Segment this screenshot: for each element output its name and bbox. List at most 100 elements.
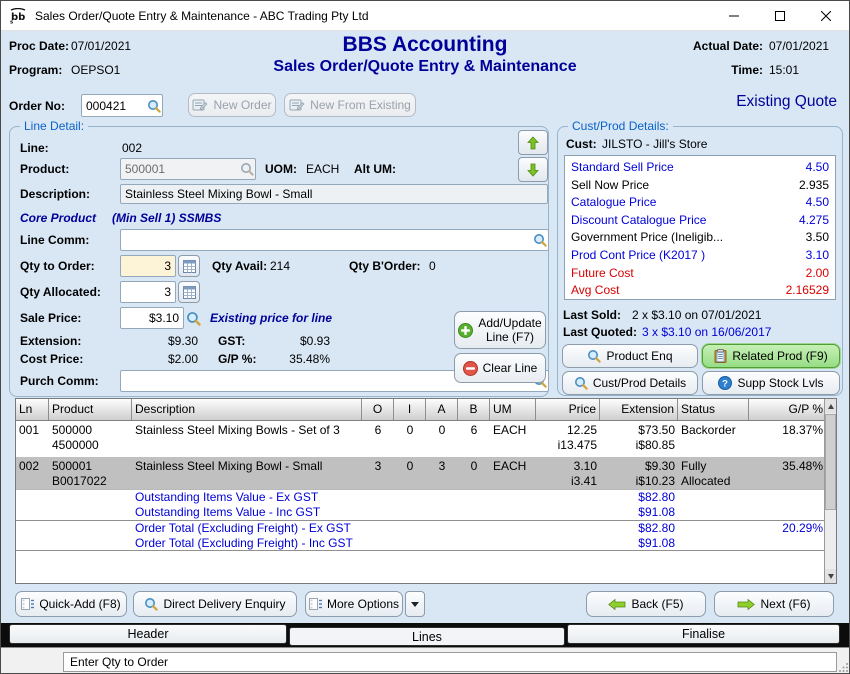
cust-prod-details-button[interactable]: Cust/Prod Details xyxy=(562,371,698,395)
price-list-item[interactable]: Future Cost2.00 xyxy=(565,265,835,283)
qty-allocated-label: Qty Allocated: xyxy=(20,285,101,299)
more-options-dropdown-button[interactable] xyxy=(405,591,425,617)
title-bar: bbs Sales Order/Quote Entry & Maintenanc… xyxy=(1,1,849,31)
price-list-item[interactable]: Government Price (Ineligib...3.50 xyxy=(565,229,835,247)
close-button[interactable] xyxy=(803,1,849,31)
col-header-gp[interactable]: G/P % xyxy=(749,399,826,420)
form-icon xyxy=(21,598,34,610)
quick-add-button[interactable]: Quick-Add (F8) xyxy=(15,591,127,617)
search-icon xyxy=(144,597,158,611)
tab-lines[interactable]: Lines xyxy=(289,627,565,646)
price-list-item[interactable]: Catalogue Price4.50 xyxy=(565,194,835,212)
tab-finalise[interactable]: Finalise xyxy=(567,624,840,644)
product-lookup-icon[interactable] xyxy=(240,162,254,176)
summary-row: Outstanding Items Value - Inc GST $91.08 xyxy=(16,505,836,521)
arrow-up-icon xyxy=(527,136,539,150)
sale-price-lookup-icon[interactable] xyxy=(186,311,201,326)
resize-grip-icon[interactable] xyxy=(839,662,849,672)
related-prod-button[interactable]: Related Prod (F9) xyxy=(702,344,840,368)
col-header-a[interactable]: A xyxy=(426,399,458,420)
cell-description: Stainless Steel Mixing Bowls - Set of 3 xyxy=(132,421,362,457)
clear-minus-icon xyxy=(463,361,478,376)
new-order-button[interactable]: New Order xyxy=(188,93,276,117)
cell-i: 0 xyxy=(394,421,426,457)
minimize-icon xyxy=(729,11,739,21)
cell-status: Backorder xyxy=(678,421,749,457)
qty-to-order-input[interactable] xyxy=(120,255,176,277)
price-list-item[interactable]: Prod Cont Price (K2017 )3.10 xyxy=(565,247,835,265)
table-scrollbar[interactable] xyxy=(824,399,836,583)
col-header-i[interactable]: I xyxy=(394,399,426,420)
maximize-icon xyxy=(775,11,785,21)
min-sell-note: (Min Sell 1) SSMBS xyxy=(112,211,221,225)
qty-to-order-calc-button[interactable] xyxy=(178,255,200,277)
app-window: bbs Sales Order/Quote Entry & Maintenanc… xyxy=(0,0,850,674)
col-header-price[interactable]: Price xyxy=(536,399,600,420)
line-comm-input[interactable] xyxy=(120,229,549,251)
add-update-line-label: Add/Update Line (F7) xyxy=(478,316,541,344)
price-list-item[interactable]: Avg Cost2.16529 xyxy=(565,282,835,300)
back-button[interactable]: Back (F5) xyxy=(586,591,706,617)
direct-delivery-button[interactable]: Direct Delivery Enquiry xyxy=(133,591,297,617)
qty-allocated-input[interactable] xyxy=(120,281,176,303)
line-detail-panel: Line Detail: Line: 002 Product: UOM: EAC… xyxy=(9,126,549,397)
next-button[interactable]: Next (F6) xyxy=(714,591,834,617)
col-header-status[interactable]: Status xyxy=(678,399,749,420)
cell-description: Stainless Steel Mixing Bowl - Small xyxy=(132,457,362,489)
scrollbar-thumb[interactable] xyxy=(825,414,836,510)
description-input[interactable] xyxy=(120,184,548,204)
line-down-button[interactable] xyxy=(518,157,548,182)
order-lookup-icon[interactable] xyxy=(147,99,161,113)
time-row: Time: 15:01 xyxy=(731,63,839,77)
price-name: Standard Sell Price xyxy=(571,159,674,177)
table-row-selected[interactable]: 002 500001B0017022 Stainless Steel Mixin… xyxy=(16,457,836,489)
cell-gp: 18.37% xyxy=(749,421,826,457)
cell-b: 6 xyxy=(458,421,490,457)
clear-line-button[interactable]: Clear Line xyxy=(454,353,546,383)
price-list-item[interactable]: Sell Now Price2.935 xyxy=(565,177,835,195)
maximize-button[interactable] xyxy=(757,1,803,31)
direct-delivery-label: Direct Delivery Enquiry xyxy=(163,597,285,611)
price-list-item[interactable]: Discount Catalogue Price4.275 xyxy=(565,212,835,230)
summary-value: $91.08 xyxy=(600,505,678,521)
cell-status: Fully Allocated xyxy=(678,457,749,489)
product-input[interactable] xyxy=(120,158,256,180)
col-header-o[interactable]: O xyxy=(362,399,394,420)
price-value: 3.50 xyxy=(806,229,829,247)
new-from-existing-button[interactable]: New From Existing xyxy=(284,93,416,117)
line-comm-lookup-icon[interactable] xyxy=(533,233,547,247)
line-up-button[interactable] xyxy=(518,130,548,155)
scroll-up-button[interactable] xyxy=(825,399,836,413)
tab-header[interactable]: Header xyxy=(9,624,287,644)
order-mode-text: Existing Quote xyxy=(736,93,837,111)
col-header-b[interactable]: B xyxy=(458,399,490,420)
cell-product: 500001B0017022 xyxy=(49,457,132,489)
col-header-um[interactable]: UM xyxy=(490,399,536,420)
minimize-button[interactable] xyxy=(711,1,757,31)
col-header-description[interactable]: Description xyxy=(132,399,362,420)
col-header-product[interactable]: Product xyxy=(49,399,132,420)
qty-border-label: Qty B'Order: xyxy=(349,259,421,273)
add-update-line-button[interactable]: Add/Update Line (F7) xyxy=(454,311,546,349)
last-sold-label: Last Sold: xyxy=(563,308,621,322)
summary-label: Order Total (Excluding Freight) - Ex GST xyxy=(132,521,362,536)
product-enq-button[interactable]: Product Enq xyxy=(562,344,698,368)
cell-um: EACH xyxy=(490,421,536,457)
col-header-extension[interactable]: Extension xyxy=(600,399,678,420)
sale-price-input[interactable] xyxy=(120,307,184,329)
line-value: 002 xyxy=(122,141,142,155)
qty-allocated-field xyxy=(120,281,176,303)
table-row[interactable]: 001 5000004500000 Stainless Steel Mixing… xyxy=(16,421,836,457)
qty-allocated-calc-button[interactable] xyxy=(178,281,200,303)
more-options-button[interactable]: More Options xyxy=(305,591,403,617)
cell-a: 0 xyxy=(426,421,458,457)
price-name: Catalogue Price xyxy=(571,194,656,212)
cell-i: 0 xyxy=(394,457,426,489)
col-header-ln[interactable]: Ln xyxy=(16,399,49,420)
price-list-item[interactable]: Standard Sell Price4.50 xyxy=(565,159,835,177)
scroll-down-button[interactable] xyxy=(825,569,836,583)
cell-product: 5000004500000 xyxy=(49,421,132,457)
supp-stock-button[interactable]: ? Supp Stock Lvls xyxy=(702,371,840,395)
qty-avail-label: Qty Avail: xyxy=(212,259,267,273)
gp-value: 35.48% xyxy=(240,352,330,366)
